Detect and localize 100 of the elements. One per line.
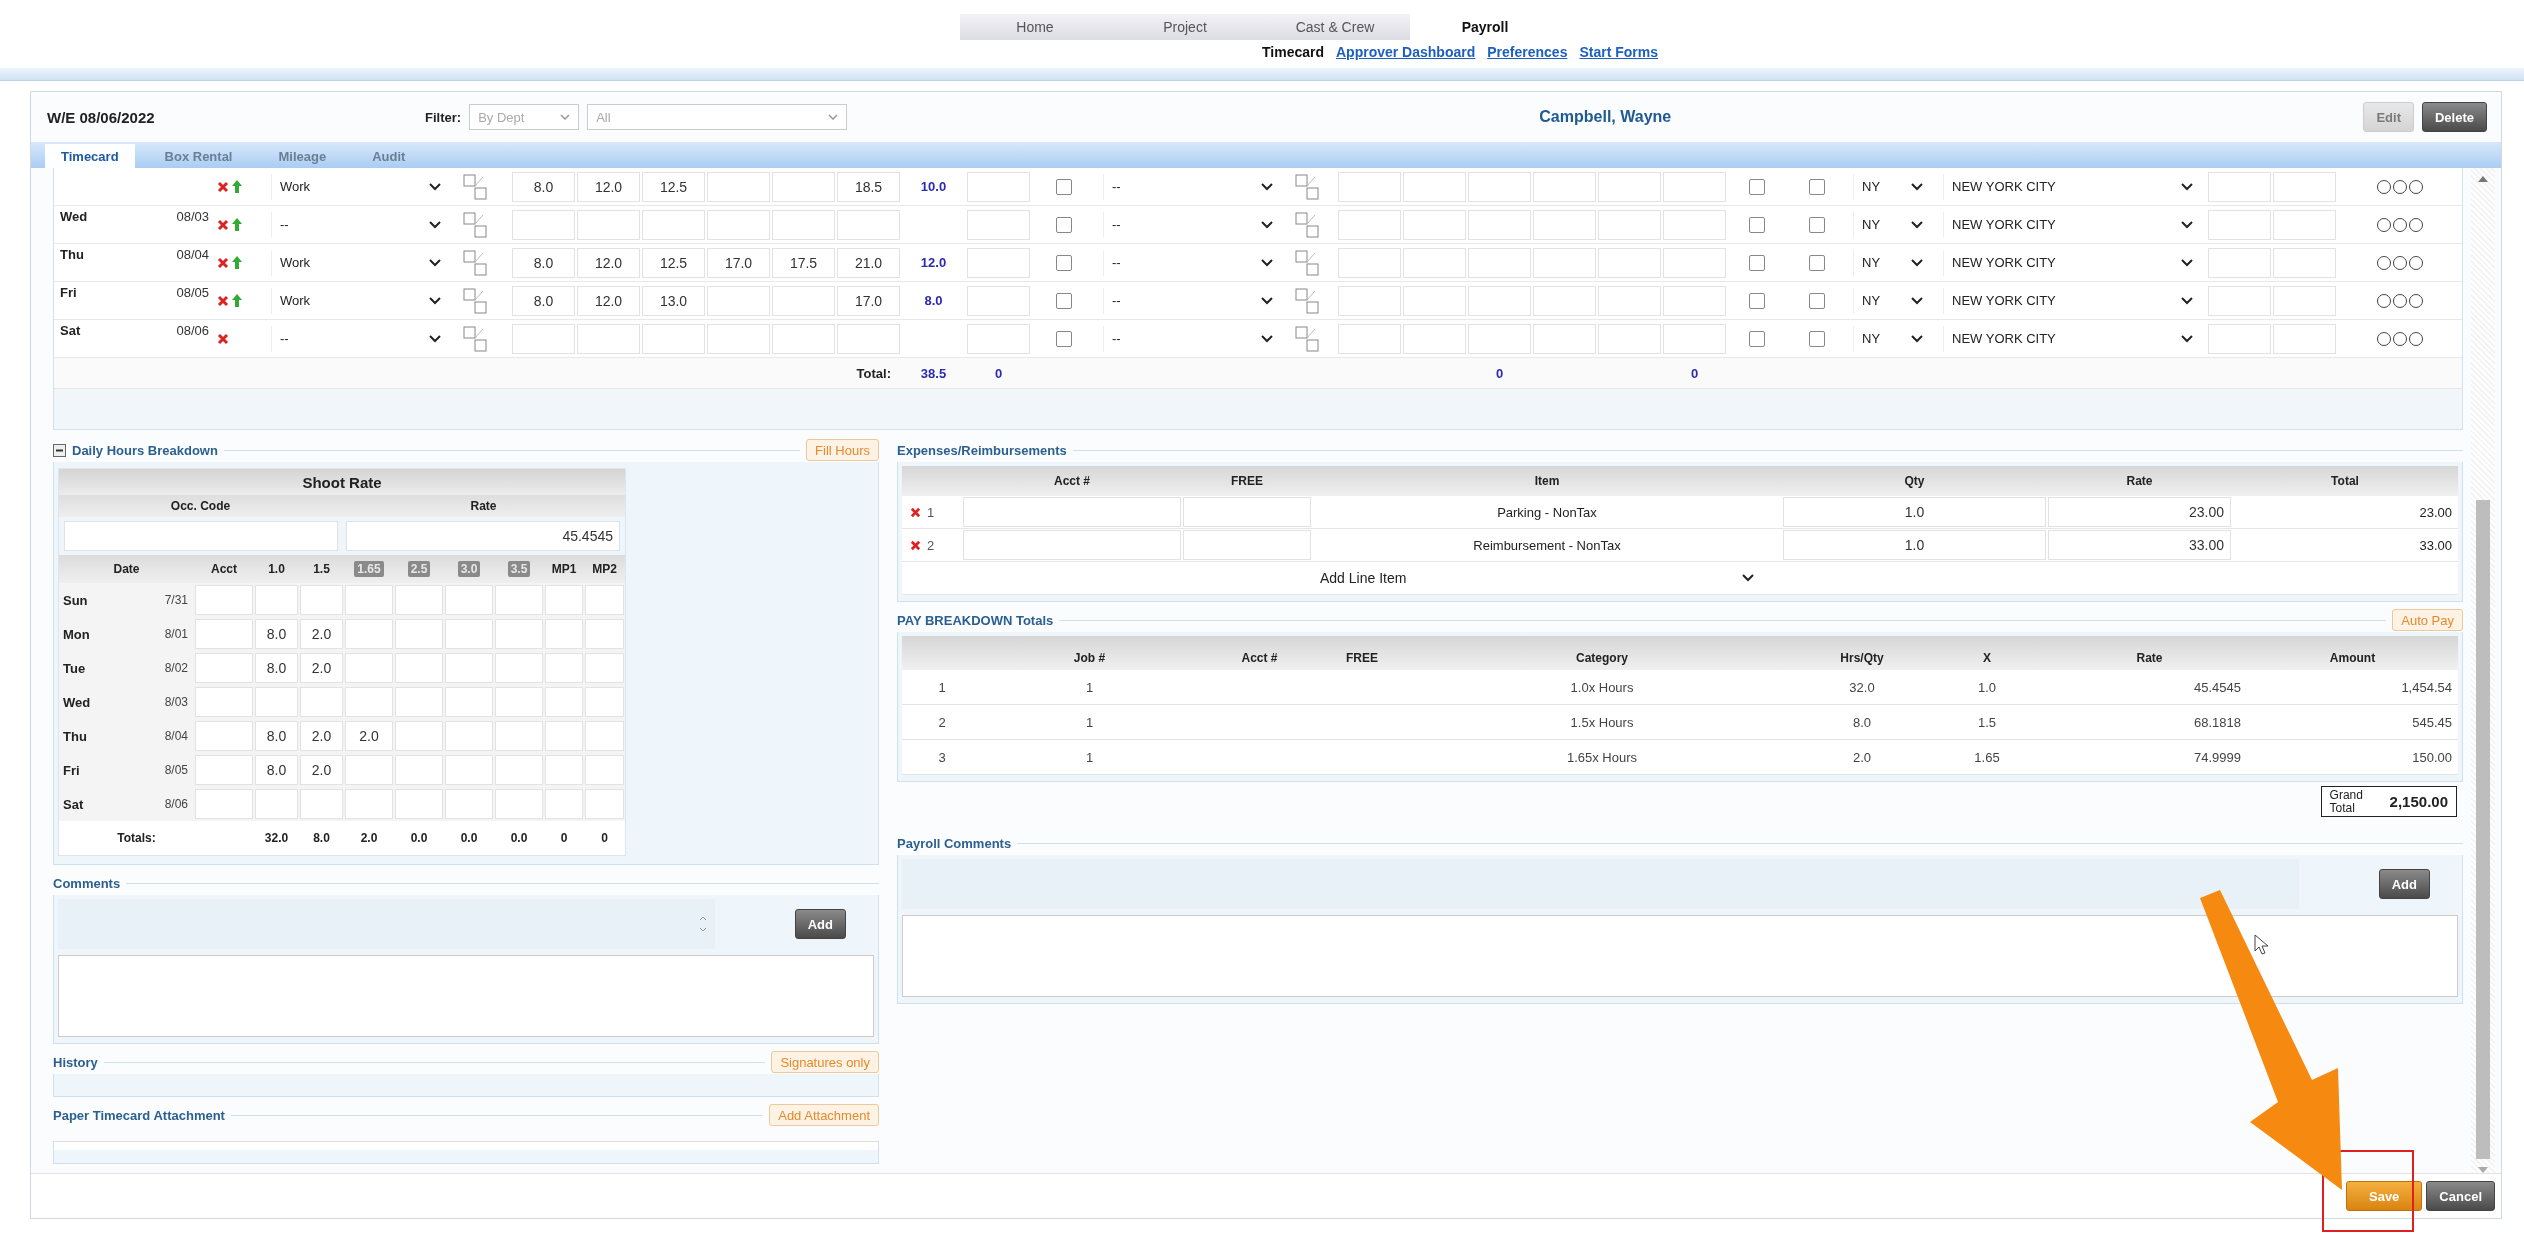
time-field[interactable]: 12.5: [642, 247, 705, 278]
hours-field[interactable]: [255, 789, 298, 819]
checkbox[interactable]: [1809, 216, 1825, 233]
comment-field[interactable]: [902, 859, 2299, 910]
time-field[interactable]: [707, 171, 770, 202]
nav-link[interactable]: Approver Dashboard: [1336, 44, 1476, 60]
collapse-icon[interactable]: [53, 443, 66, 457]
text-field[interactable]: [1338, 209, 1401, 240]
delete-icon[interactable]: [217, 332, 229, 345]
text-field[interactable]: [1663, 171, 1726, 202]
hours-field[interactable]: [345, 653, 393, 683]
text-field[interactable]: [1533, 171, 1596, 202]
hours-field[interactable]: [445, 653, 493, 683]
time-field[interactable]: [707, 209, 770, 240]
text-field[interactable]: [1338, 323, 1401, 354]
hours-field[interactable]: 8.0: [255, 619, 298, 649]
checkbox[interactable]: [1056, 254, 1072, 271]
text-field[interactable]: [1468, 285, 1531, 316]
checkbox[interactable]: [1056, 216, 1072, 233]
text-field[interactable]: [2273, 247, 2336, 278]
text-field[interactable]: [1598, 247, 1661, 278]
hours-field[interactable]: [445, 755, 493, 785]
hours-field[interactable]: [345, 687, 393, 717]
hours-field[interactable]: [545, 653, 583, 683]
nav-tab[interactable]: Project: [1110, 14, 1260, 40]
hours-field[interactable]: 2.0: [345, 721, 393, 751]
text-field[interactable]: [1403, 171, 1466, 202]
free-field[interactable]: [1183, 497, 1311, 527]
hours-field[interactable]: [495, 755, 543, 785]
hours-field[interactable]: [545, 721, 583, 751]
text-field[interactable]: [2208, 285, 2271, 316]
text-field[interactable]: [1403, 247, 1466, 278]
arrow-icon[interactable]: [232, 180, 242, 193]
delete-icon[interactable]: [217, 218, 229, 231]
time-field[interactable]: [577, 209, 640, 240]
text-field[interactable]: [1338, 171, 1401, 202]
hours-field[interactable]: [545, 687, 583, 717]
time-field[interactable]: 8.0: [512, 171, 575, 202]
hours-field[interactable]: [195, 653, 253, 683]
hours-field[interactable]: [395, 653, 443, 683]
hours-field[interactable]: [395, 789, 443, 819]
hours-field[interactable]: 2.0: [300, 721, 343, 751]
checkbox[interactable]: [1749, 178, 1765, 195]
nav-tab[interactable]: Home: [960, 14, 1110, 40]
occ-code-field[interactable]: [64, 521, 338, 551]
rate-field[interactable]: 23.00: [2048, 497, 2231, 527]
nav-link[interactable]: Preferences: [1487, 44, 1568, 60]
section-tab[interactable]: Timecard: [45, 144, 135, 168]
hours-field[interactable]: [195, 789, 253, 819]
text-field[interactable]: [1338, 285, 1401, 316]
text-field[interactable]: [1468, 247, 1531, 278]
hours-field[interactable]: [195, 619, 253, 649]
checkbox-pair-icon[interactable]: [1295, 325, 1319, 352]
nav-link[interactable]: Start Forms: [1579, 44, 1658, 60]
text-field[interactable]: [1598, 171, 1661, 202]
scroll-up-icon[interactable]: [2478, 176, 2488, 182]
text-field[interactable]: [1598, 323, 1661, 354]
text-field[interactable]: [1663, 209, 1726, 240]
checkbox-pair-icon[interactable]: [1295, 173, 1319, 200]
time-field[interactable]: [772, 171, 835, 202]
hours-field[interactable]: [545, 585, 583, 615]
hours-field[interactable]: [345, 585, 393, 615]
text-field[interactable]: [2208, 323, 2271, 354]
text-field[interactable]: [1533, 247, 1596, 278]
hours-field[interactable]: [545, 755, 583, 785]
delete-icon[interactable]: [910, 506, 921, 518]
time-field[interactable]: 8.0: [512, 247, 575, 278]
add-button[interactable]: Add: [2378, 869, 2430, 900]
add-button[interactable]: Add: [794, 909, 846, 939]
hours-field[interactable]: [300, 585, 343, 615]
text-field[interactable]: [1468, 323, 1531, 354]
text-field[interactable]: [1338, 247, 1401, 278]
hours-field[interactable]: 8.0: [255, 721, 298, 751]
time-field[interactable]: 12.0: [577, 171, 640, 202]
arrow-icon[interactable]: [232, 294, 242, 307]
checkbox-pair-icon[interactable]: [463, 173, 487, 200]
time-field[interactable]: [642, 323, 705, 354]
checkbox-pair-icon[interactable]: [463, 211, 487, 238]
text-field[interactable]: [2273, 285, 2336, 316]
text-field[interactable]: [1468, 209, 1531, 240]
hours-field[interactable]: 2.0: [300, 619, 343, 649]
checkbox[interactable]: [1749, 254, 1765, 271]
quantity-field[interactable]: 1.0: [1783, 497, 2046, 527]
time-field[interactable]: 17.5: [772, 247, 835, 278]
text-field[interactable]: [1663, 285, 1726, 316]
time-field[interactable]: 12.0: [577, 247, 640, 278]
delete-icon[interactable]: [217, 180, 229, 193]
hours-field[interactable]: [395, 687, 443, 717]
time-field[interactable]: [577, 323, 640, 354]
text-field[interactable]: [1663, 247, 1726, 278]
checkbox[interactable]: [1749, 292, 1765, 309]
checkbox-pair-icon[interactable]: [463, 249, 487, 276]
time-field[interactable]: [837, 323, 900, 354]
hours-field[interactable]: [545, 789, 583, 819]
text-field[interactable]: [1403, 209, 1466, 240]
hours-field[interactable]: [585, 619, 624, 649]
hours-field[interactable]: [495, 687, 543, 717]
time-field[interactable]: [512, 323, 575, 354]
text-field[interactable]: [1663, 323, 1726, 354]
hours-field[interactable]: [495, 585, 543, 615]
